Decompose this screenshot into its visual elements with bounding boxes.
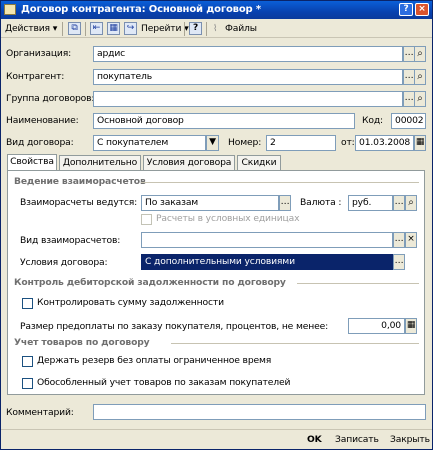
close-button[interactable]: Закрыть <box>390 433 430 447</box>
reserve-checkbox[interactable] <box>22 356 33 367</box>
separate-accounting-checkbox[interactable] <box>22 378 33 389</box>
files-button[interactable]: Файлы <box>225 21 257 36</box>
reserve-label: Держать резерв без оплаты ограниченное в… <box>37 355 272 366</box>
currency-label: Валюта : <box>300 197 342 208</box>
code-field[interactable]: 00002 <box>391 113 426 129</box>
window-title: Договор контрагента: Основной договор * <box>21 4 261 15</box>
help-title-button[interactable]: ? <box>399 3 413 16</box>
clear-x-icon[interactable]: × <box>405 232 417 248</box>
settlements-kind-field[interactable] <box>141 232 393 248</box>
settlements-conducted-field[interactable]: По заказам <box>141 195 279 211</box>
contract-group-field[interactable] <box>93 91 403 107</box>
chevron-down-icon[interactable]: ▼ <box>206 135 219 151</box>
calendar-icon[interactable]: ▦ <box>414 135 426 151</box>
calculator-icon[interactable]: ▦ <box>405 318 417 334</box>
structure-icon[interactable]: ▦ <box>107 22 120 35</box>
currency-select-button[interactable]: … <box>393 195 405 211</box>
conventional-units-label: Расчеты в условных единицах <box>156 213 300 224</box>
tab-properties[interactable]: Свойства <box>7 154 57 170</box>
prepayment-label: Размер предоплаты по заказу покупателя, … <box>20 321 329 332</box>
toolbar-separator <box>62 22 63 36</box>
control-amount-label: Контролировать сумму задолженности <box>37 297 224 308</box>
number-field[interactable]: 2 <box>266 135 336 151</box>
comment-label: Комментарий: <box>6 407 74 418</box>
actions-menu-label: Действия <box>5 23 50 34</box>
contract-terms-label: Условия договора: <box>20 257 108 268</box>
back-arrow-icon[interactable]: ⇤ <box>90 22 103 35</box>
counterparty-open-icon[interactable]: ⌕ <box>414 69 426 85</box>
tab-additional[interactable]: Дополнительно <box>59 155 141 170</box>
contract-terms-select-button[interactable]: … <box>393 254 405 270</box>
toolbar-separator <box>184 22 185 36</box>
close-window-button[interactable]: × <box>415 3 429 16</box>
organization-open-icon[interactable]: ⌕ <box>414 46 426 62</box>
section-divider <box>297 283 419 284</box>
conventional-units-checkbox[interactable] <box>141 214 152 225</box>
contract-kind-label: Вид договора: <box>6 137 74 148</box>
separate-accounting-label: Обособленный учет товаров по заказам пок… <box>37 377 291 388</box>
goto-menu-label: Перейти <box>141 23 182 34</box>
toolbar-separator <box>85 22 86 36</box>
settlements-section-title: Ведение взаиморасчетов <box>14 176 146 187</box>
comment-field[interactable] <box>93 404 426 420</box>
paperclip-icon[interactable]: ⌇ <box>213 21 218 36</box>
organization-label: Организация: <box>6 48 72 59</box>
document-icon <box>4 4 16 15</box>
settlements-conducted-select-button[interactable]: … <box>279 195 291 211</box>
navigate-icon[interactable]: ↪ <box>124 22 137 35</box>
goto-menu[interactable]: Перейти ▾ <box>141 21 189 36</box>
receivables-section-title: Контроль дебиторской задолженности по до… <box>14 277 286 288</box>
section-divider <box>171 343 419 344</box>
contract-group-open-icon[interactable]: ⌕ <box>414 91 426 107</box>
contract-window: Договор контрагента: Основной договор * … <box>0 0 433 450</box>
actions-menu[interactable]: Действия ▾ <box>5 21 57 36</box>
date-label: от: <box>341 137 355 148</box>
section-divider <box>141 182 419 183</box>
ok-button[interactable]: OK <box>307 433 322 447</box>
number-label: Номер: <box>228 137 262 148</box>
tab-contract-terms[interactable]: Условия договора <box>143 155 235 170</box>
date-field[interactable]: 01.03.2008 <box>355 135 414 151</box>
contract-terms-select[interactable]: С дополнительными условиями <box>141 254 393 270</box>
contract-group-label: Группа договоров: <box>6 93 95 104</box>
settlements-kind-label: Вид взаиморасчетов: <box>20 235 121 246</box>
toolbar: Действия ▾ ⧉ ⇤ ▦ ↪ Перейти ▾ ? ⌇ Файлы <box>1 19 432 38</box>
goods-section-title: Учет товаров по договору <box>14 337 150 348</box>
contract-kind-select[interactable]: С покупателем <box>93 135 206 151</box>
bottom-bar: OK Записать Закрыть <box>1 429 432 449</box>
title-bar[interactable]: Договор контрагента: Основной договор * … <box>1 1 432 19</box>
organization-field[interactable]: ардис <box>93 46 403 62</box>
control-amount-checkbox[interactable] <box>22 298 33 309</box>
code-label: Код: <box>362 115 383 126</box>
tab-discounts[interactable]: Скидки <box>237 155 281 170</box>
toolbar-separator <box>206 22 207 36</box>
currency-field[interactable]: руб. <box>348 195 393 211</box>
save-button[interactable]: Записать <box>335 433 379 447</box>
help-icon[interactable]: ? <box>189 22 202 35</box>
settlements-conducted-label: Взаиморасчеты ведутся: <box>20 197 138 208</box>
copy-icon[interactable]: ⧉ <box>68 22 81 35</box>
prepayment-field[interactable]: 0,00 <box>348 318 405 334</box>
currency-open-icon[interactable]: ⌕ <box>405 195 417 211</box>
name-label: Наименование: <box>6 115 79 126</box>
name-field[interactable]: Основной договор <box>93 113 355 129</box>
settlements-kind-select-button[interactable]: … <box>393 232 405 248</box>
counterparty-field[interactable]: покупатель <box>93 69 403 85</box>
counterparty-label: Контрагент: <box>6 71 65 82</box>
